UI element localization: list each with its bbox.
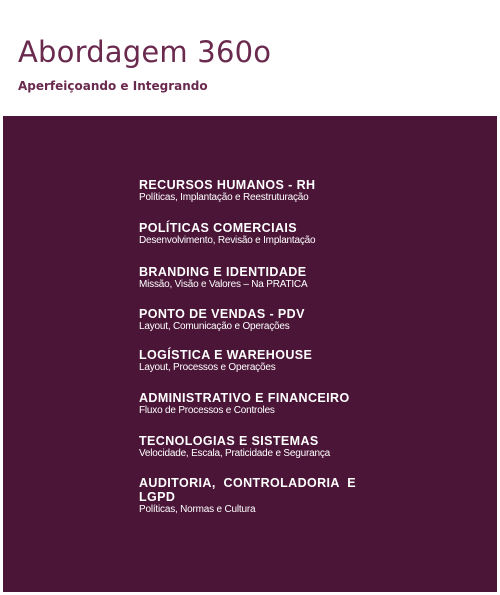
service-title: LOGÍSTICA E WAREHOUSE — [139, 348, 313, 362]
service-item-rh: RECURSOS HUMANOS - RH Políticas, Implant… — [139, 178, 315, 204]
service-item-logistica: LOGÍSTICA E WAREHOUSE Layout, Processos … — [139, 348, 312, 374]
service-title: BRANDING E IDENTIDADE — [139, 265, 307, 279]
service-title: PONTO DE VENDAS - PDV — [139, 307, 305, 321]
service-title: ADMINISTRATIVO E FINANCEIRO — [139, 391, 350, 405]
service-description: Missão, Visão e Valores – Na PRATICA — [139, 279, 308, 290]
page: Abordagem 360o Aperfeiçoando e Integrand… — [0, 0, 500, 595]
service-item-pdv: PONTO DE VENDAS - PDV Layout, Comunicaçã… — [139, 307, 305, 333]
service-item-politicas-comerciais: POLÍTICAS COMERCIAIS Desenvolvimento, Re… — [139, 221, 316, 247]
service-description: Políticas, Normas e Cultura — [139, 504, 256, 515]
page-subtitle: Aperfeiçoando e Integrando — [18, 79, 208, 93]
service-description: Desenvolvimento, Revisão e Implantação — [139, 235, 316, 246]
service-description: Fluxo de Processos e Controles — [139, 405, 275, 416]
service-item-auditoria: AUDITORIA, CONTROLADORIA E LGPD Política… — [139, 476, 379, 516]
service-description: Políticas, Implantação e Reestruturação — [139, 192, 309, 203]
service-title: POLÍTICAS COMERCIAIS — [139, 221, 298, 235]
service-title: RECURSOS HUMANOS - RH — [139, 178, 316, 192]
service-title: TECNOLOGIAS E SISTEMAS — [139, 434, 319, 448]
service-item-administrativo: ADMINISTRATIVO E FINANCEIRO Fluxo de Pro… — [139, 391, 350, 417]
service-item-branding: BRANDING E IDENTIDADE Missão, Visão e Va… — [139, 265, 308, 291]
service-description: Velocidade, Escala, Praticidade e Segura… — [139, 448, 330, 459]
service-item-tecnologias: TECNOLOGIAS E SISTEMAS Velocidade, Escal… — [139, 434, 330, 460]
service-title: AUDITORIA, CONTROLADORIA E LGPD — [139, 476, 357, 504]
page-title: Abordagem 360o — [18, 35, 272, 69]
service-description: Layout, Comunicação e Operações — [139, 321, 290, 332]
service-description: Layout, Processos e Operações — [139, 362, 276, 373]
